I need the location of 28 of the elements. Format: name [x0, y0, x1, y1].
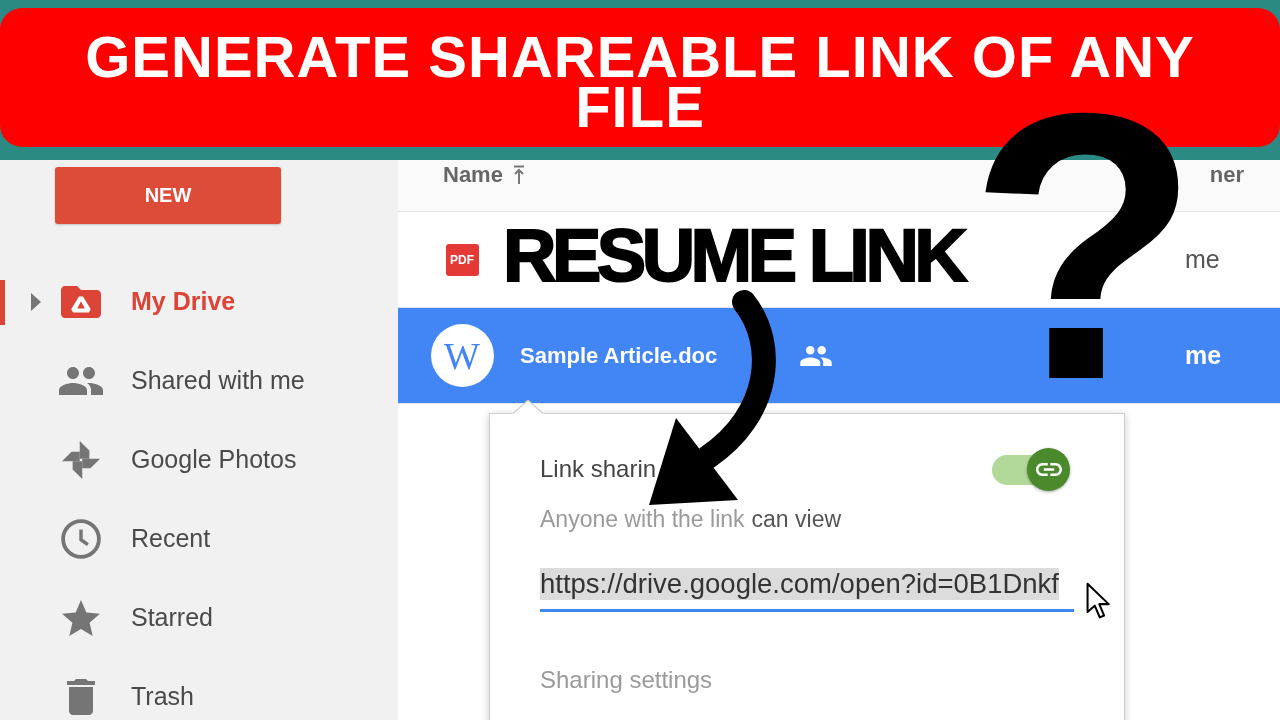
drive-folder-icon: [61, 285, 101, 318]
owner-cell-text: me: [1185, 341, 1223, 370]
sidebar-item[interactable]: Trash: [0, 657, 398, 720]
sidebar-item[interactable]: Shared with me: [0, 341, 398, 420]
link-sharing-toggle[interactable]: [992, 447, 1070, 491]
new-button[interactable]: NEW: [55, 167, 281, 224]
column-header[interactable]: Name: [443, 162, 525, 188]
clock-icon: [61, 518, 101, 559]
sidebar-item[interactable]: Starred: [0, 578, 398, 657]
sidebar-item[interactable]: Google Photos: [0, 420, 398, 499]
mouse-pointer-icon: [1086, 582, 1111, 620]
link-sharing-label: Link sharin: [540, 455, 657, 483]
column-header[interactable]: ner: [1209, 162, 1244, 188]
callout-text: RESUME LINK: [503, 219, 964, 293]
access-description: Anyone with the link: [540, 505, 745, 534]
file-name: Sample Article.doc: [520, 342, 719, 369]
pinwheel-icon: [61, 439, 101, 480]
people-icon: [59, 366, 103, 395]
trash-icon: [67, 678, 95, 715]
access-level-dropdown[interactable]: can view: [751, 504, 842, 534]
document-icon: W: [430, 324, 494, 387]
pdf-file-icon: PDF: [445, 243, 479, 276]
owner-cell-text: me: [1185, 245, 1221, 274]
link-icon: [1035, 462, 1062, 476]
sidebar-item[interactable]: Recent: [0, 499, 398, 578]
sidebar-item[interactable]: My Drive: [0, 262, 398, 341]
expand-caret-icon[interactable]: [31, 292, 41, 311]
star-icon: [62, 599, 100, 636]
